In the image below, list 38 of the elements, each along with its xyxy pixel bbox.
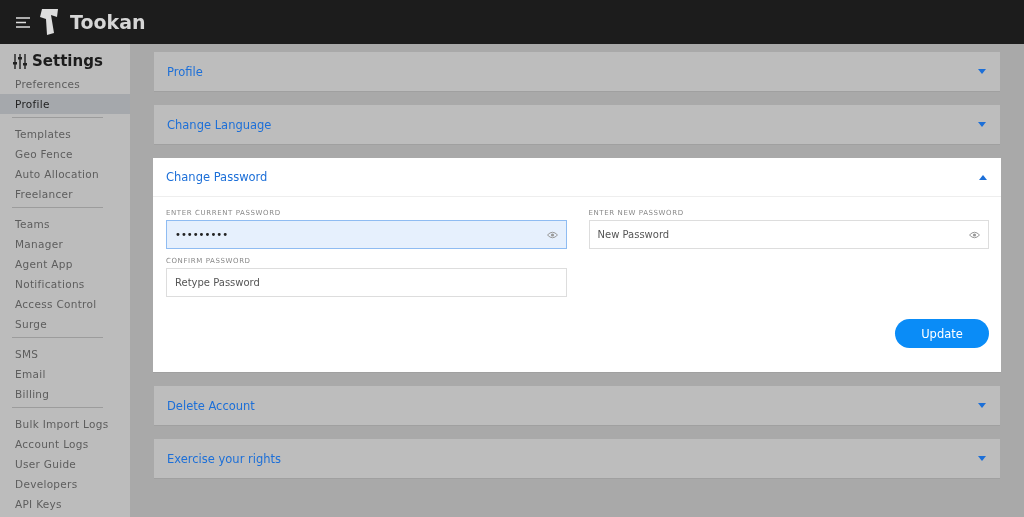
caret-down-icon[interactable] — [978, 403, 986, 408]
sidebar-item[interactable]: Manager — [0, 234, 130, 254]
section-title[interactable]: Delete Account — [167, 398, 255, 413]
section-title[interactable]: Exercise your rights — [167, 451, 282, 466]
sidebar-item[interactable]: Geo Fence — [0, 144, 130, 164]
settings-title: Settings — [32, 52, 103, 70]
sidebar-item[interactable]: Notifications — [0, 274, 130, 294]
sidebar-item[interactable]: Profile — [0, 94, 130, 114]
menu-icon[interactable] — [16, 16, 30, 28]
sliders-icon — [12, 53, 28, 69]
sidebar-item[interactable]: Agent App — [0, 254, 130, 274]
section-title[interactable]: Change Language — [167, 117, 272, 132]
caret-down-icon[interactable] — [978, 122, 986, 127]
sidebar-item[interactable]: Billing — [0, 384, 130, 404]
sidebar-item[interactable]: SMS — [0, 344, 130, 364]
sidebar-item[interactable]: Teams — [0, 214, 130, 234]
caret-down-icon[interactable] — [978, 456, 986, 461]
section-title[interactable]: Change Password — [166, 170, 268, 184]
logo-icon — [40, 9, 60, 35]
brand-name: Tookan — [70, 11, 146, 33]
update-button[interactable]: Update — [895, 319, 989, 348]
sidebar-item[interactable]: Freelancer — [0, 184, 130, 204]
eye-icon[interactable] — [546, 230, 558, 239]
eye-icon[interactable] — [969, 230, 980, 239]
section-title[interactable]: Profile — [167, 64, 203, 79]
sidebar-item[interactable]: Developers — [0, 474, 130, 494]
sidebar-item[interactable]: Email — [0, 364, 130, 384]
sidebar-item[interactable]: Bulk Import Logs — [0, 414, 130, 434]
sidebar-item[interactable]: Access Control — [0, 294, 130, 314]
sidebar-item[interactable]: User Guide — [0, 454, 130, 474]
sidebar-item[interactable]: Surge — [0, 314, 130, 334]
caret-up-icon[interactable] — [979, 174, 987, 180]
sidebar-item[interactable]: Account Logs — [0, 434, 130, 454]
sidebar-item[interactable]: API Keys — [0, 494, 130, 514]
caret-down-icon[interactable] — [978, 69, 986, 74]
sidebar-item[interactable]: Preferences — [0, 74, 130, 94]
sidebar-item[interactable]: Templates — [0, 124, 130, 144]
sidebar-item[interactable]: Auto Allocation — [0, 164, 130, 184]
